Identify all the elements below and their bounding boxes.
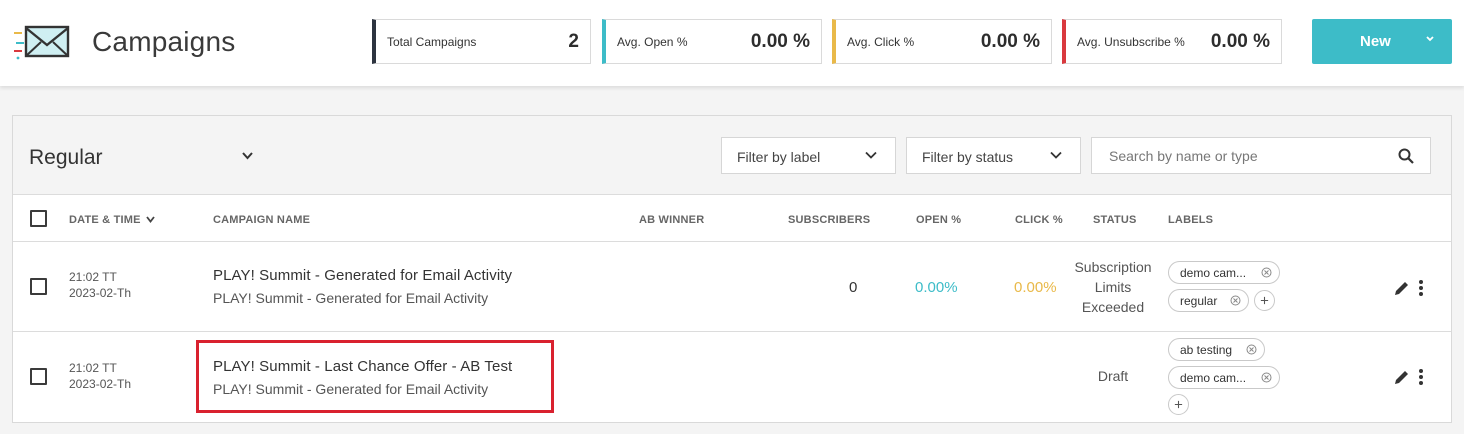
stat-total-campaigns: Total Campaigns 2	[372, 19, 591, 64]
column-subscribers: SUBSCRIBERS	[788, 214, 871, 226]
search-input[interactable]	[1093, 139, 1383, 172]
column-click: CLICK %	[1015, 214, 1063, 226]
column-status: STATUS	[1093, 214, 1137, 226]
page-header: Campaigns Total Campaigns 2 Avg. Open % …	[0, 0, 1464, 86]
edit-pencil-icon[interactable]	[1393, 368, 1411, 386]
chevron-down-icon	[1050, 151, 1062, 159]
remove-label-icon[interactable]	[1230, 295, 1241, 306]
row-datetime: 21:02 TT 2023-02-Th	[69, 269, 131, 301]
stat-avg-unsubscribe: Avg. Unsubscribe % 0.00 %	[1062, 19, 1282, 64]
search-icon[interactable]	[1398, 148, 1414, 164]
campaigns-panel: Regular Filter by label Filter by status	[12, 115, 1452, 423]
label-chip[interactable]: demo cam...	[1168, 261, 1280, 284]
stat-value: 0.00 %	[750, 31, 810, 52]
stat-label: Total Campaigns	[387, 35, 477, 49]
row-time: 21:02 TT	[69, 361, 117, 375]
table-row[interactable]: 21:02 TT 2023-02-Th PLAY! Summit - Gener…	[13, 243, 1451, 332]
edit-pencil-icon[interactable]	[1393, 279, 1411, 297]
remove-label-icon[interactable]	[1261, 372, 1272, 383]
campaign-name-link[interactable]: PLAY! Summit - Last Chance Offer - AB Te…	[213, 358, 512, 375]
table-row[interactable]: 21:02 TT 2023-02-Th PLAY! Summit - Last …	[13, 332, 1451, 421]
subscribers-count: 0	[849, 279, 858, 296]
envelope-icon	[14, 25, 70, 60]
campaign-subtitle: PLAY! Summit - Generated for Email Activ…	[213, 381, 489, 397]
stat-value: 0.00 %	[1210, 31, 1270, 52]
new-campaign-button[interactable]: New	[1312, 19, 1452, 64]
label-chip-text: demo cam...	[1180, 266, 1247, 280]
label-chip-text: regular	[1180, 294, 1218, 308]
filter-label-text: Filter by label	[737, 149, 821, 165]
open-rate: 0.00%	[915, 279, 958, 296]
row-time: 21:02 TT	[69, 270, 117, 284]
chevron-down-icon[interactable]	[241, 151, 254, 161]
more-options-icon[interactable]	[1417, 279, 1425, 297]
panel-toolbar: Regular Filter by label Filter by status	[13, 116, 1451, 195]
row-date: 2023-02-Th	[69, 286, 132, 300]
filter-by-label-dropdown[interactable]: Filter by label	[721, 137, 896, 174]
label-chip[interactable]: demo cam...	[1168, 366, 1280, 389]
search-box	[1091, 137, 1431, 174]
stat-value: 2	[568, 31, 579, 52]
row-checkbox[interactable]	[30, 278, 47, 295]
row-datetime: 21:02 TT 2023-02-Th	[69, 360, 131, 392]
column-date-label: DATE & TIME	[69, 214, 141, 226]
status-line: Limits	[1094, 279, 1132, 295]
page-title: Campaigns	[92, 26, 236, 57]
status-text: Draft	[1097, 368, 1129, 384]
row-checkbox[interactable]	[30, 368, 47, 385]
column-labels: LABELS	[1168, 214, 1214, 226]
select-all-checkbox[interactable]	[30, 210, 47, 227]
more-options-icon[interactable]	[1417, 368, 1425, 386]
new-button-label: New	[1360, 33, 1391, 50]
stat-avg-open: Avg. Open % 0.00 %	[602, 19, 822, 64]
column-campaign-name: CAMPAIGN NAME	[213, 214, 311, 226]
chevron-down-icon[interactable]	[1424, 33, 1436, 45]
campaign-type-selector[interactable]: Regular	[29, 146, 103, 170]
stat-label: Avg. Click %	[847, 35, 915, 49]
column-ab-winner: AB WINNER	[639, 214, 705, 226]
label-chip[interactable]: regular	[1168, 289, 1249, 312]
table-header: DATE & TIME CAMPAIGN NAME AB WINNER SUBS…	[13, 196, 1451, 242]
label-chip[interactable]: ab testing	[1168, 338, 1265, 361]
remove-label-icon[interactable]	[1246, 344, 1257, 355]
add-label-icon[interactable]	[1254, 290, 1275, 311]
filter-by-status-dropdown[interactable]: Filter by status	[906, 137, 1081, 174]
add-label-icon[interactable]	[1168, 394, 1189, 415]
campaign-name-link[interactable]: PLAY! Summit - Generated for Email Activ…	[213, 267, 512, 284]
stat-label: Avg. Unsubscribe %	[1077, 35, 1185, 49]
stat-value: 0.00 %	[980, 31, 1040, 52]
label-chip-text: demo cam...	[1180, 371, 1247, 385]
filter-status-text: Filter by status	[922, 149, 1014, 165]
column-date-time[interactable]: DATE & TIME	[69, 214, 155, 226]
stat-label: Avg. Open %	[617, 35, 688, 49]
status-line: Subscription	[1074, 259, 1152, 275]
row-date: 2023-02-Th	[69, 377, 132, 391]
remove-label-icon[interactable]	[1261, 267, 1272, 278]
stat-avg-click: Avg. Click % 0.00 %	[832, 19, 1052, 64]
chevron-down-icon	[865, 151, 877, 159]
status-line: Exceeded	[1081, 299, 1145, 315]
label-chip-text: ab testing	[1180, 343, 1233, 357]
sort-down-icon	[146, 216, 155, 223]
column-open: OPEN %	[916, 214, 962, 226]
status-text: Subscription Limits Exceeded	[1071, 257, 1155, 317]
campaign-subtitle: PLAY! Summit - Generated for Email Activ…	[213, 290, 489, 306]
click-rate: 0.00%	[1014, 279, 1057, 296]
